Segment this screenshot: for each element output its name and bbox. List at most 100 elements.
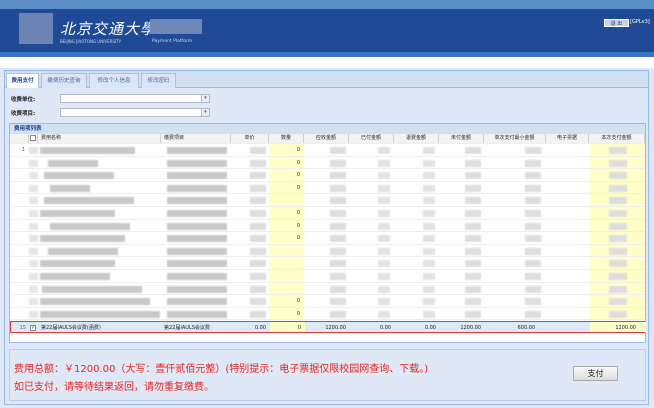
blurred-fee-name [40, 310, 160, 318]
quantity[interactable]: 0 [269, 169, 304, 181]
this-payment[interactable] [589, 244, 645, 257]
unit-select[interactable]: ▾ [60, 94, 210, 103]
table-row[interactable] [10, 244, 645, 258]
table-row[interactable]: 0 [10, 307, 645, 321]
row-checkbox[interactable] [29, 247, 38, 255]
col-e-receipt[interactable]: 电子票据 [546, 134, 589, 143]
col-unit-price[interactable]: 单价 [231, 134, 269, 143]
row-number [10, 207, 27, 219]
col-refund[interactable]: 退费金额 [394, 134, 439, 143]
quantity[interactable]: 0 [269, 307, 304, 320]
quantity[interactable] [269, 194, 304, 206]
col-unpaid[interactable]: 未付金额 [439, 134, 484, 143]
this-payment[interactable] [589, 181, 645, 194]
this-payment[interactable] [589, 207, 645, 219]
min-payment: 600.00 [517, 325, 536, 331]
col-fee-item[interactable]: 缴费项目 [161, 134, 231, 143]
blurred-amount [525, 147, 541, 154]
chevron-down-icon[interactable]: ▾ [201, 95, 209, 102]
row-checkbox[interactable] [29, 197, 38, 205]
col-fee-name[interactable]: 费用名称 [38, 134, 161, 143]
quantity[interactable] [269, 282, 304, 295]
blurred-amount [423, 273, 435, 280]
table-row[interactable] [10, 257, 645, 270]
blurred-fee-item [167, 210, 227, 217]
blurred-amount [525, 260, 541, 268]
tab-fee-payment[interactable]: 费用支付 [6, 73, 39, 88]
this-payment[interactable] [589, 257, 645, 269]
quantity[interactable]: 0 [269, 219, 304, 232]
row-checkbox[interactable] [29, 210, 38, 217]
this-payment[interactable] [589, 282, 645, 295]
quantity[interactable]: 0 [269, 181, 304, 194]
tab-edit-profile[interactable]: 修改个人信息 [89, 73, 139, 88]
blurred-fee-item [167, 273, 227, 280]
table-row[interactable]: 0 [10, 181, 645, 195]
row-checkbox[interactable] [29, 159, 38, 167]
row-checkbox[interactable] [29, 172, 38, 180]
blurred-amount [423, 147, 435, 154]
select-all-checkbox[interactable] [29, 134, 38, 143]
logout-button[interactable]: 退 出 [604, 19, 629, 27]
blurred-amount [330, 273, 346, 280]
quantity[interactable]: 0 [269, 295, 304, 307]
quantity[interactable]: 0 [270, 322, 305, 332]
this-payment[interactable] [589, 194, 645, 206]
table-row[interactable] [10, 282, 645, 296]
row-checkbox[interactable] [29, 235, 38, 243]
row-checkbox[interactable] [29, 147, 38, 154]
row-checkbox[interactable]: ✓ [30, 322, 39, 332]
row-checkbox[interactable] [29, 260, 38, 268]
this-payment[interactable] [589, 144, 645, 156]
row-checkbox[interactable] [29, 285, 38, 293]
blurred-price [250, 184, 266, 192]
row-checkbox[interactable] [29, 273, 38, 280]
row-checkbox[interactable] [29, 222, 38, 230]
quantity[interactable] [269, 257, 304, 269]
col-min-payment[interactable]: 单次支付最小金额 [484, 134, 546, 143]
this-payment[interactable] [589, 295, 645, 307]
this-payment[interactable] [589, 232, 645, 244]
row-checkbox[interactable] [29, 298, 38, 306]
col-paid[interactable]: 已付金额 [349, 134, 394, 143]
col-this-payment[interactable]: 本次支付金额 [589, 134, 645, 143]
blurred-amount [525, 235, 541, 243]
blurred-price [250, 310, 266, 318]
col-quantity[interactable]: 数量 [269, 134, 304, 143]
chevron-down-icon[interactable]: ▾ [201, 109, 209, 116]
quantity[interactable]: 0 [269, 207, 304, 219]
table-row[interactable]: 1 0 [10, 144, 645, 157]
table-row-selected[interactable]: 15 ✓ 第22届IAULS会议费(函费) 第22届IAULS会议费 0.00 … [10, 321, 646, 333]
this-payment[interactable] [589, 156, 645, 169]
pay-button[interactable]: 支付 [573, 366, 618, 381]
table-row[interactable]: 0 [10, 295, 645, 308]
col-receivable[interactable]: 应收金额 [304, 134, 349, 143]
quantity[interactable] [269, 244, 304, 257]
table-row[interactable]: 0 [10, 169, 645, 182]
row-checkbox[interactable] [29, 310, 38, 318]
blurred-amount [465, 235, 481, 243]
quantity[interactable]: 0 [269, 156, 304, 169]
this-payment[interactable] [589, 169, 645, 181]
tab-change-password[interactable]: 修改密码 [141, 73, 176, 88]
quantity[interactable]: 0 [269, 144, 304, 156]
this-payment[interactable]: 1200.00 [590, 322, 646, 332]
table-row[interactable]: 0 [10, 207, 645, 220]
row-checkbox[interactable] [29, 184, 38, 192]
total-amount-text: 费用总额：￥1200.00（大写：壹仟贰佰元整）(特别提示：电子票据仅限校园网查… [14, 364, 429, 375]
this-payment[interactable] [589, 219, 645, 232]
table-row[interactable] [10, 194, 645, 207]
blurred-amount [423, 247, 435, 255]
row-number [10, 283, 27, 295]
blurred-amount [423, 159, 435, 167]
table-row[interactable]: 0 [10, 232, 645, 245]
item-select[interactable]: ▾ [60, 108, 210, 117]
table-row[interactable]: 0 [10, 156, 645, 170]
quantity[interactable] [269, 270, 304, 282]
table-row[interactable]: 0 [10, 219, 645, 233]
quantity[interactable]: 0 [269, 232, 304, 244]
tab-payment-history[interactable]: 缴费历史查询 [41, 73, 87, 88]
table-row[interactable] [10, 270, 645, 283]
this-payment[interactable] [589, 270, 645, 282]
this-payment[interactable] [589, 307, 645, 320]
